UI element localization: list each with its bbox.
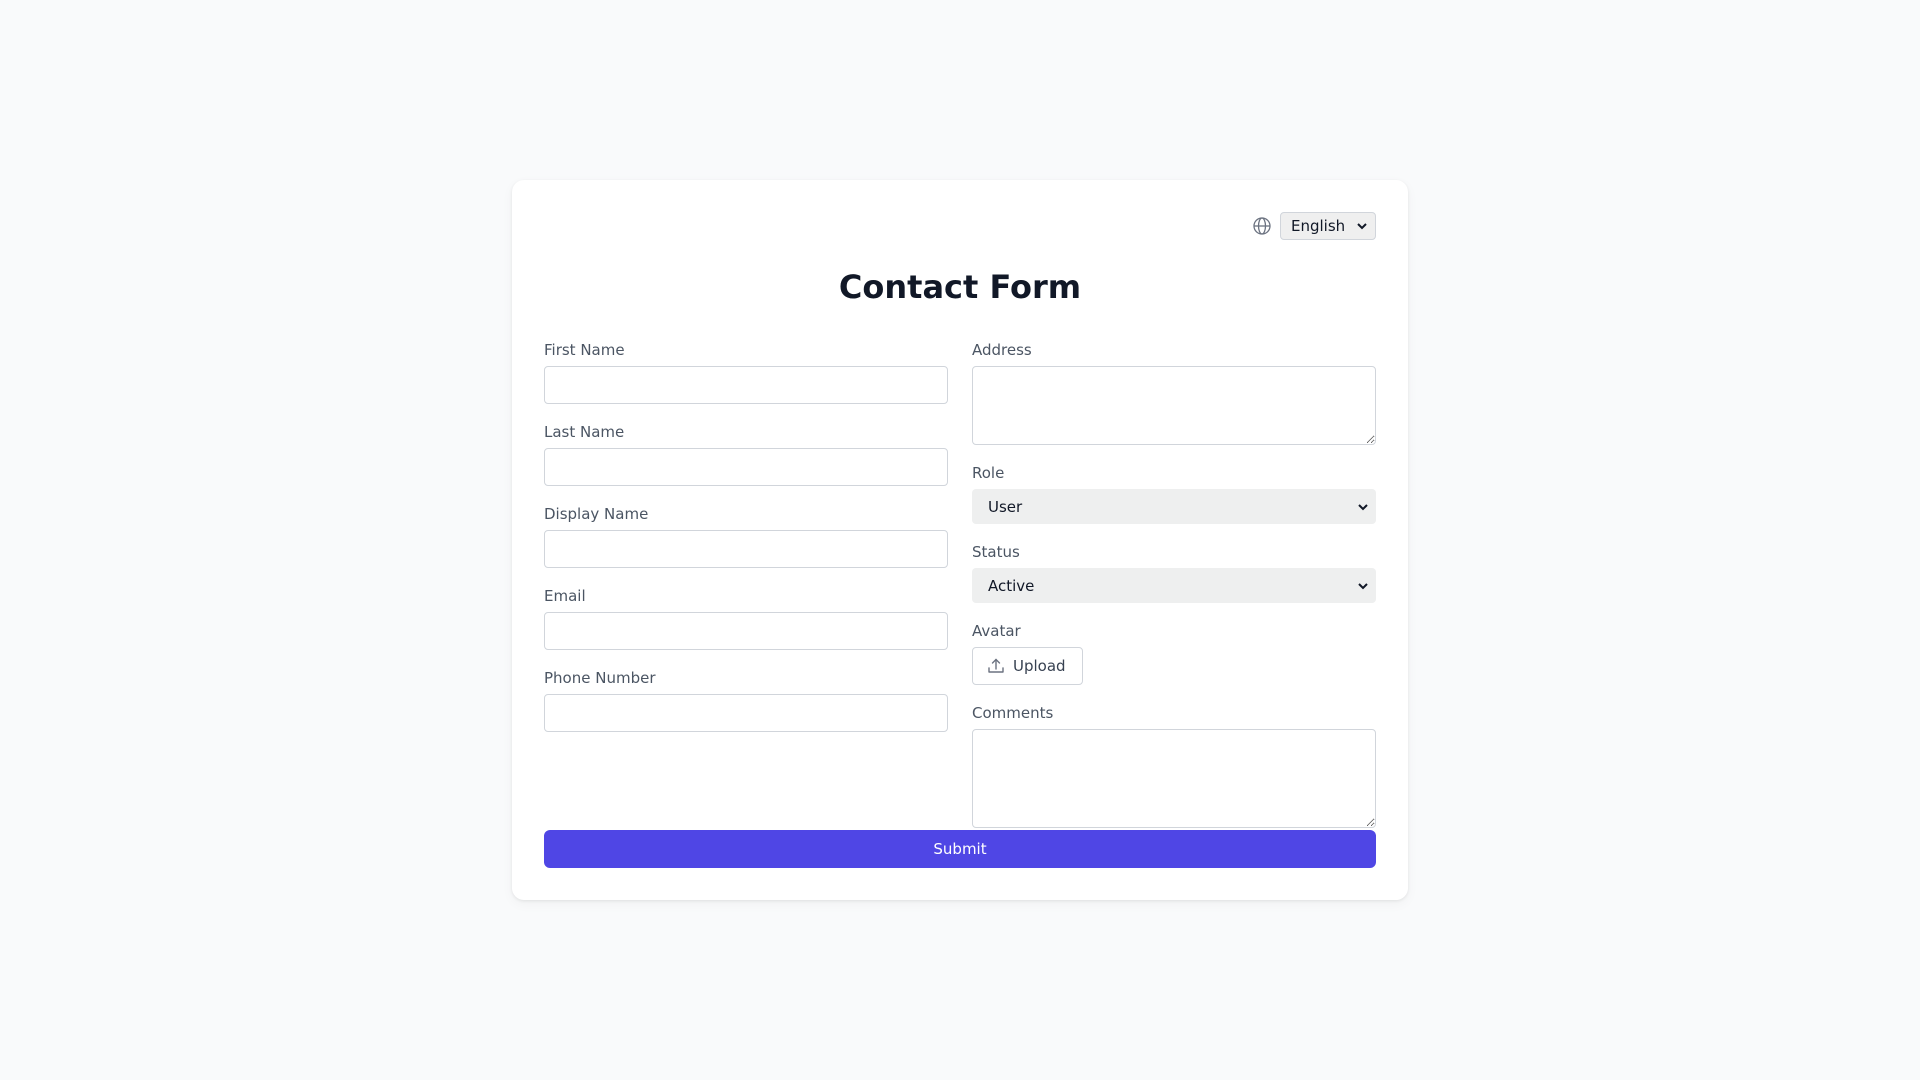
first-name-input[interactable] bbox=[544, 366, 948, 404]
language-switcher: English bbox=[1252, 212, 1376, 240]
address-field: Address bbox=[972, 340, 1376, 445]
chevron-down-icon bbox=[1356, 579, 1370, 593]
upload-button-label: Upload bbox=[1013, 657, 1066, 675]
left-column: First Name Last Name Display Name Email … bbox=[544, 340, 948, 750]
submit-button[interactable]: Submit bbox=[544, 830, 1376, 868]
display-name-field: Display Name bbox=[544, 504, 948, 568]
first-name-field: First Name bbox=[544, 340, 948, 404]
status-select[interactable]: Active bbox=[972, 568, 1376, 603]
comments-field: Comments bbox=[972, 703, 1376, 828]
avatar-field: Avatar Upload bbox=[972, 621, 1376, 685]
email-field: Email bbox=[544, 586, 948, 650]
language-select[interactable]: English bbox=[1280, 212, 1376, 240]
contact-form-card: English Contact Form First Name Last Nam… bbox=[512, 180, 1408, 900]
comments-textarea[interactable] bbox=[972, 729, 1376, 828]
phone-number-label: Phone Number bbox=[544, 669, 656, 687]
address-label: Address bbox=[972, 341, 1032, 359]
phone-number-input[interactable] bbox=[544, 694, 948, 732]
upload-button[interactable]: Upload bbox=[972, 647, 1083, 685]
chevron-down-icon bbox=[1356, 500, 1370, 514]
status-field: Status Active bbox=[972, 542, 1376, 603]
role-select-value: User bbox=[988, 497, 1023, 516]
role-select[interactable]: User bbox=[972, 489, 1376, 524]
language-select-value: English bbox=[1291, 217, 1346, 235]
last-name-input[interactable] bbox=[544, 448, 948, 486]
right-column: Address Role User Status Active Avatar U… bbox=[972, 340, 1376, 846]
address-textarea[interactable] bbox=[972, 366, 1376, 445]
page-title: Contact Form bbox=[838, 268, 1082, 306]
display-name-label: Display Name bbox=[544, 505, 649, 523]
status-select-value: Active bbox=[988, 576, 1035, 595]
phone-number-field: Phone Number bbox=[544, 668, 948, 732]
upload-icon bbox=[987, 657, 1005, 675]
chevron-down-icon bbox=[1355, 219, 1369, 233]
display-name-input[interactable] bbox=[544, 530, 948, 568]
first-name-label: First Name bbox=[544, 341, 625, 359]
last-name-label: Last Name bbox=[544, 423, 625, 441]
avatar-label: Avatar bbox=[972, 622, 1021, 640]
last-name-field: Last Name bbox=[544, 422, 948, 486]
role-label: Role bbox=[972, 464, 1005, 482]
role-field: Role User bbox=[972, 463, 1376, 524]
comments-label: Comments bbox=[972, 704, 1054, 722]
status-label: Status bbox=[972, 543, 1020, 561]
email-label: Email bbox=[544, 587, 586, 605]
email-input[interactable] bbox=[544, 612, 948, 650]
globe-icon bbox=[1252, 216, 1272, 236]
